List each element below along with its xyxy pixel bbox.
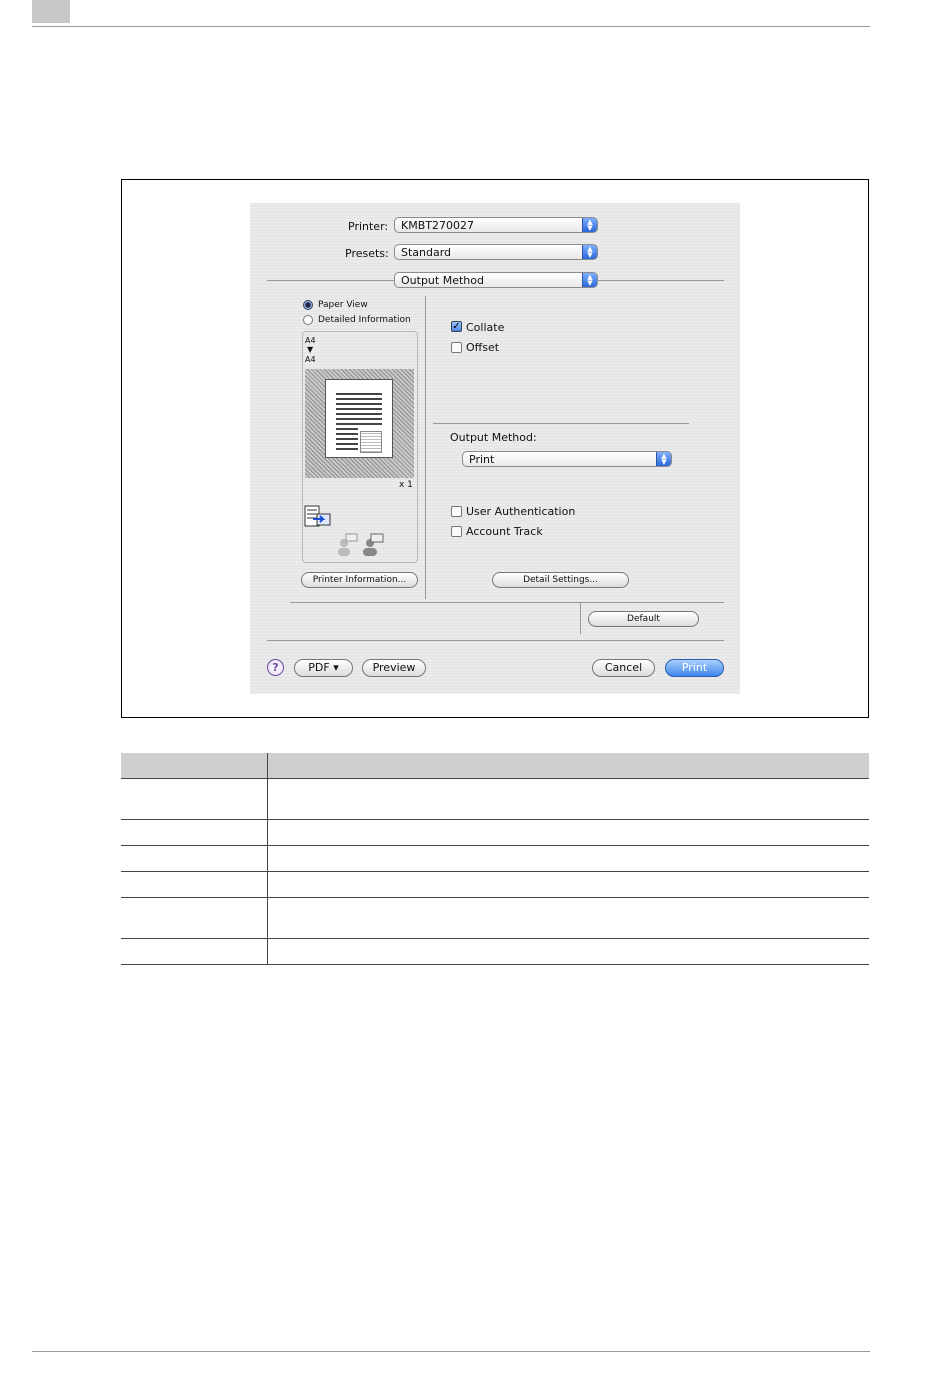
- pdf-button[interactable]: PDF ▾: [294, 659, 353, 677]
- text-line: [336, 393, 382, 395]
- text-line: [336, 423, 382, 425]
- collate-checkbox[interactable]: ✓: [451, 321, 462, 332]
- print-button[interactable]: Print: [665, 659, 724, 677]
- users-icon: [336, 533, 388, 561]
- header-tab: [32, 0, 70, 23]
- text-line: [336, 398, 382, 400]
- user-authentication-checkbox[interactable]: [451, 506, 462, 517]
- pane-select[interactable]: Output Method ▲ ▼: [394, 272, 598, 288]
- chevron-updown-icon: ▲ ▼: [582, 273, 597, 287]
- paper-size-bottom: A4: [305, 355, 316, 364]
- preview-button[interactable]: Preview: [362, 659, 426, 677]
- table-row: [121, 845, 869, 872]
- offset-checkbox[interactable]: [451, 342, 462, 353]
- detailed-information-label: Detailed Information: [318, 315, 411, 325]
- paper-view-radio[interactable]: [303, 300, 313, 310]
- pane-divider-left: [267, 280, 394, 281]
- text-line: [336, 403, 382, 405]
- bottom-section-divider: [290, 602, 724, 603]
- help-icon[interactable]: ?: [267, 659, 284, 676]
- output-method-select[interactable]: Print ▲ ▼: [462, 451, 672, 467]
- table-row: [121, 778, 869, 820]
- printer-label: Printer:: [348, 220, 389, 233]
- table-header-cell: [267, 753, 869, 779]
- presets-label: Presets:: [345, 247, 389, 260]
- detailed-information-radio[interactable]: [303, 315, 313, 325]
- section-divider: [433, 423, 689, 424]
- printer-information-button[interactable]: Printer Information...: [301, 572, 418, 588]
- table-row: [121, 871, 869, 898]
- copies-count: x 1: [399, 480, 413, 490]
- output-tray-icon: [304, 505, 332, 533]
- account-track-checkbox[interactable]: [451, 526, 462, 537]
- chevron-updown-icon: ▲ ▼: [582, 245, 597, 259]
- pane-value: Output Method: [401, 274, 484, 287]
- text-line: [336, 448, 358, 450]
- cancel-button[interactable]: Cancel: [592, 659, 655, 677]
- text-line: [336, 413, 382, 415]
- text-line: [336, 408, 382, 410]
- table-row: [121, 897, 869, 939]
- paper-view-label: Paper View: [318, 300, 368, 310]
- arrow-down-icon: ▼: [307, 345, 314, 354]
- table-header-row: [121, 753, 869, 779]
- paper-size-top: A4: [305, 336, 316, 345]
- table-header-cell: [121, 753, 268, 779]
- text-line: [336, 438, 358, 440]
- table-row: [121, 819, 869, 846]
- printer-value: KMBT270027: [401, 219, 474, 232]
- detail-settings-button[interactable]: Detail Settings...: [492, 572, 629, 588]
- offset-label: Offset: [466, 341, 500, 354]
- output-method-value: Print: [469, 453, 495, 466]
- default-button[interactable]: Default: [588, 611, 699, 627]
- text-line: [336, 443, 358, 445]
- footer-divider: [267, 640, 724, 641]
- text-line: [336, 433, 358, 435]
- column-divider: [425, 296, 426, 599]
- text-line: [336, 428, 358, 430]
- user-authentication-label: User Authentication: [466, 505, 576, 518]
- default-divider: [580, 603, 581, 634]
- header-rule: [32, 26, 870, 27]
- image-placeholder-icon: [360, 431, 382, 453]
- collate-label: Collate: [466, 321, 505, 334]
- settings-table: [121, 753, 869, 965]
- printer-select[interactable]: KMBT270027 ▲ ▼: [394, 217, 598, 233]
- presets-value: Standard: [401, 246, 452, 259]
- account-track-label: Account Track: [466, 525, 543, 538]
- pane-divider-right: [598, 280, 724, 281]
- presets-select[interactable]: Standard ▲ ▼: [394, 244, 598, 260]
- output-method-label: Output Method:: [450, 431, 537, 444]
- footer-rule: [32, 1351, 870, 1352]
- chevron-updown-icon: ▲ ▼: [582, 218, 597, 232]
- text-line: [336, 418, 382, 420]
- chevron-updown-icon: ▲ ▼: [656, 452, 671, 466]
- table-row: [121, 938, 869, 965]
